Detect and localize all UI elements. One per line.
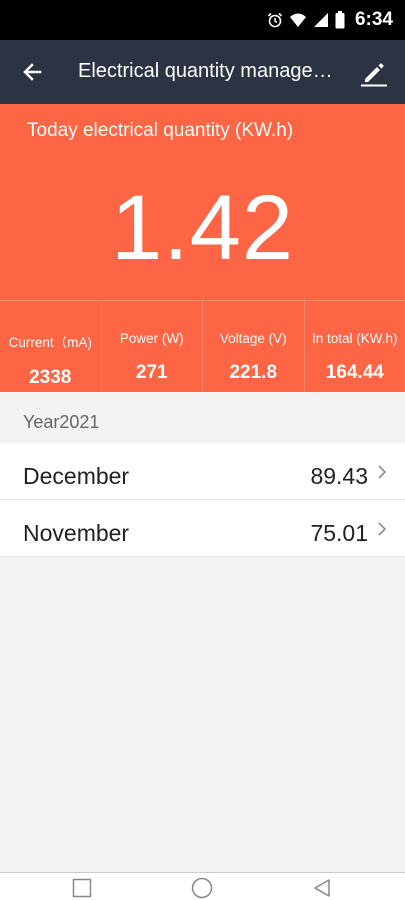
month-list: December 89.43 November 75.01 (0, 443, 405, 557)
year-label: Year2021 (23, 412, 100, 432)
stat-label: In total (KW.h) (311, 331, 398, 346)
stat-total: In total (KW.h) 164.44 (304, 300, 405, 392)
stat-label: Current（mA) (8, 335, 92, 350)
recents-button[interactable] (70, 877, 94, 899)
month-value: 75.01 (310, 520, 368, 546)
month-row-november[interactable]: November 75.01 (0, 500, 405, 557)
alarm-icon (267, 12, 283, 28)
circle-icon (191, 877, 213, 899)
home-button[interactable] (190, 877, 214, 899)
status-icons: 6:34 (267, 9, 393, 31)
arrow-left-icon (23, 63, 42, 81)
system-nav-bar (0, 872, 405, 900)
signal-icon (313, 13, 328, 27)
today-quantity-panel: Today electrical quantity (KW.h) 1.42 (0, 104, 405, 300)
year-header: Year2021 (0, 392, 405, 442)
stat-voltage: Voltage (V) 221.8 (203, 300, 305, 392)
stat-label: Power (W) (119, 331, 184, 346)
stats-row: Current（mA) 2338 Power (W) 271 Voltage (… (0, 300, 405, 392)
stat-label: Voltage (V) (219, 331, 287, 346)
wifi-icon (289, 13, 306, 27)
edit-button[interactable] (357, 56, 391, 90)
month-name: November (23, 520, 130, 546)
page-title: Electrical quantity manage… (78, 60, 333, 82)
app-bar: Electrical quantity manage… (0, 40, 405, 104)
back-button[interactable] (16, 56, 48, 88)
status-bar: 6:34 (0, 0, 405, 40)
month-value: 89.43 (310, 463, 368, 489)
stat-value: 221.8 (229, 362, 278, 383)
chevron-right-icon (378, 522, 387, 536)
month-name: December (23, 463, 130, 489)
square-icon (72, 878, 92, 898)
pencil-icon (361, 63, 387, 87)
stat-value: 2338 (29, 367, 72, 388)
stat-value: 271 (135, 362, 168, 383)
today-quantity-value: 1.42 (110, 177, 295, 279)
back-nav-button[interactable] (310, 877, 334, 899)
stat-current: Current（mA) 2338 (0, 300, 102, 392)
status-time: 6:34 (354, 9, 393, 30)
today-quantity-label: Today electrical quantity (KW.h) (27, 120, 294, 141)
battery-icon (335, 11, 345, 29)
stat-power: Power (W) 271 (101, 300, 203, 392)
month-row-december[interactable]: December 89.43 (0, 443, 405, 500)
triangle-back-icon (314, 879, 330, 897)
chevron-right-icon (378, 465, 387, 479)
stat-value: 164.44 (325, 362, 384, 383)
